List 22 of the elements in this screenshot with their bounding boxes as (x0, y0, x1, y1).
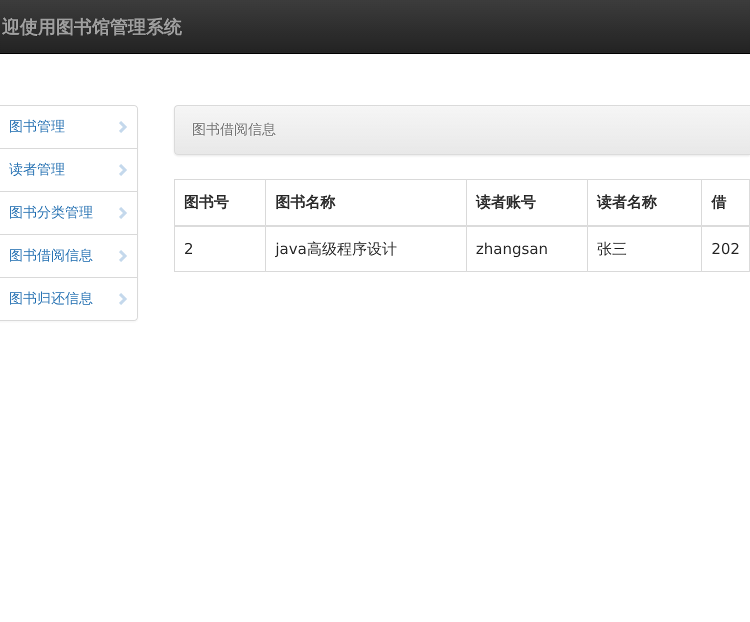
table-cell: 202 (702, 226, 750, 272)
sidebar-item[interactable]: 图书归还信息 (0, 278, 137, 320)
column-header: 图书号 (174, 180, 266, 226)
column-header: 图书名称 (266, 180, 466, 226)
table-cell: 张三 (588, 226, 702, 272)
column-header: 读者名称 (588, 180, 702, 226)
sidebar-item[interactable]: 图书分类管理 (0, 192, 137, 235)
sidebar-item[interactable]: 读者管理 (0, 149, 137, 192)
chevron-right-icon (119, 207, 127, 219)
column-header: 借 (702, 180, 750, 226)
app-title: 迎使用图书馆管理系统 (1, 16, 182, 38)
sidebar-item[interactable]: 图书借阅信息 (0, 235, 137, 278)
sidebar-item[interactable]: 图书管理 (0, 106, 137, 149)
table-cell: java高级程序设计 (266, 226, 466, 272)
chevron-right-icon (119, 121, 127, 133)
chevron-right-icon (119, 293, 127, 305)
table-cell: zhangsan (466, 226, 588, 272)
chevron-right-icon (119, 164, 127, 176)
column-header: 读者账号 (466, 180, 588, 226)
panel-title: 图书借阅信息 (192, 121, 276, 139)
table-cell: 2 (174, 226, 266, 272)
chevron-right-icon (119, 250, 127, 262)
